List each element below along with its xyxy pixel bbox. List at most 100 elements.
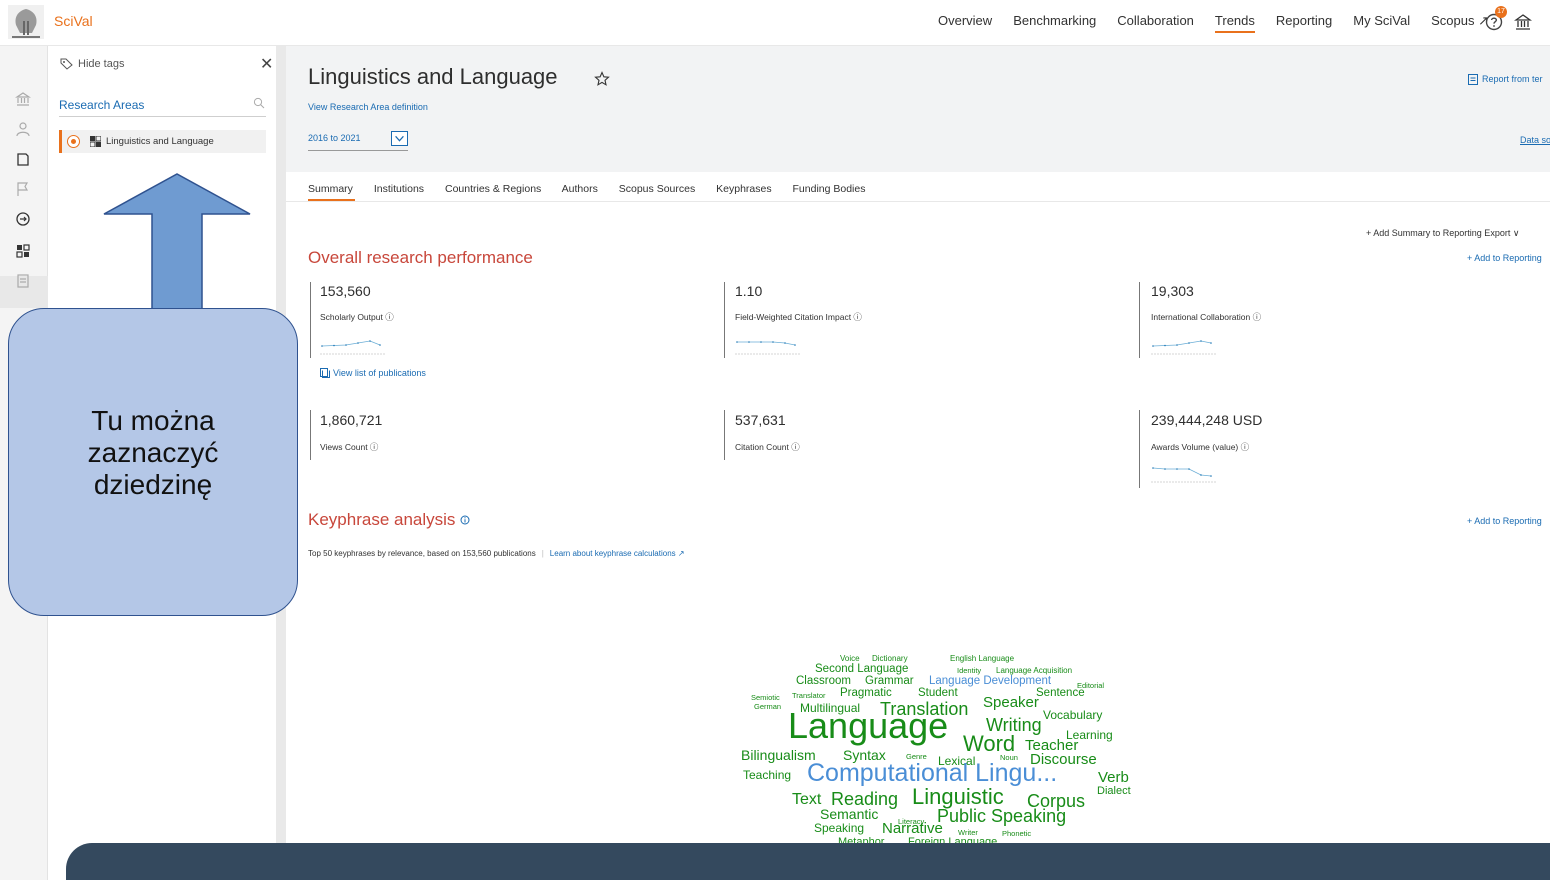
keyphrase-word[interactable]: Phonetic [1002,830,1031,838]
keyphrase-word[interactable]: Bilingualism [741,748,816,762]
annotation-callout-text: Tu można zaznaczyć dziedzinę [87,405,219,500]
keyphrase-word[interactable]: Semantic [820,807,878,821]
keyphrase-word[interactable]: Language Development [929,675,1051,688]
topic-rail-icon[interactable] [14,210,32,228]
keyphrase-word[interactable]: Speaker [983,695,1039,710]
keyphrase-title: Keyphrase analysis [308,510,456,529]
section-tabs: Summary Institutions Countries & Regions… [308,183,883,195]
country-flag-rail-icon[interactable] [14,180,32,198]
keyphrase-word[interactable]: Text [792,792,821,808]
add-summary-export[interactable]: + Add Summary to Reporting Export ∨ [1366,228,1519,239]
chevron-down-icon[interactable] [391,131,408,146]
citation-count-label[interactable]: Citation Count ⓘ [735,441,800,453]
publication-set-rail-icon[interactable] [14,150,32,168]
report-from-template-link[interactable]: Report from ter [1482,74,1543,84]
keyphrase-word[interactable]: Computational Lingu... [807,761,1057,786]
keyphrase-word[interactable]: Narrative [882,821,943,836]
nav-collaboration[interactable]: Collaboration [1117,13,1194,33]
data-source-link[interactable]: Data so [1520,135,1550,145]
performance-title: Overall research performance [308,248,533,267]
metric-divider [724,282,725,358]
bottom-banner [66,843,1550,880]
keyphrase-word[interactable]: Sentence [1036,687,1085,700]
keyphrase-word[interactable]: Language [788,708,948,744]
add-to-reporting-button[interactable]: + Add to Reporting [1467,253,1542,263]
researcher-rail-icon[interactable] [14,120,32,138]
international-collaboration-label[interactable]: International Collaboration ⓘ [1151,311,1261,323]
tab-funding-bodies[interactable]: Funding Bodies [793,183,866,195]
elsevier-logo-icon[interactable] [6,3,46,41]
star-icon[interactable] [594,71,610,87]
report-icon [1468,74,1478,85]
metric-divider [310,410,311,460]
scholarly-output-label[interactable]: Scholarly Output ⓘ [320,311,394,323]
keyphrase-word[interactable]: Translator [792,692,825,700]
metric-divider [310,282,311,358]
info-icon[interactable] [460,515,470,525]
views-count-value: 1,860,721 [320,412,383,428]
research-area-rail-icon[interactable] [14,242,32,260]
keyphrase-word[interactable]: Identity [957,667,981,675]
keyphrase-word[interactable]: Language Acquisition [996,667,1072,675]
tab-authors[interactable]: Authors [562,183,598,195]
institution-rail-icon[interactable] [14,90,32,108]
keyphrase-word[interactable]: Grammar [865,675,914,688]
views-count-label[interactable]: Views Count ⓘ [320,441,378,453]
tab-scopus-sources[interactable]: Scopus Sources [619,183,695,195]
institution-icon[interactable] [1514,13,1532,31]
keyphrase-word[interactable]: Speaking [814,822,864,834]
report-rail-icon[interactable] [14,272,32,290]
metric-divider [1139,282,1140,358]
keyphrase-word[interactable]: Public Speaking [937,807,1066,825]
tab-summary[interactable]: Summary [308,183,353,195]
keyphrase-word-cloud: Voice Dictionary English Language Second… [730,645,1150,846]
keyphrase-word[interactable]: Semiotic [751,694,780,702]
brand-name[interactable]: SciVal [54,13,93,29]
international-collaboration-value: 19,303 [1151,283,1194,299]
keyphrase-word[interactable]: German [754,703,781,711]
keyphrase-word[interactable]: Voice [840,655,860,663]
tab-countries-regions[interactable]: Countries & Regions [445,183,541,195]
definition-link[interactable]: View Research Area definition [308,102,428,112]
international-collaboration-sparkline [1151,340,1217,355]
tab-keyphrases[interactable]: Keyphrases [716,183,771,195]
fwci-label[interactable]: Field-Weighted Citation Impact ⓘ [735,311,862,323]
keyphrase-word[interactable]: English Language [950,655,1014,663]
awards-volume-sparkline [1151,467,1217,483]
keyphrase-word[interactable]: Teaching [743,769,791,781]
add-keyphrases-to-reporting[interactable]: + Add to Reporting [1467,516,1542,526]
view-publications-link[interactable]: View list of publications [333,368,426,378]
research-area-label[interactable]: Linguistics and Language [106,136,214,147]
research-area-radio[interactable] [67,135,80,148]
keyphrase-word[interactable]: Dictionary [872,655,908,663]
nav-scopus[interactable]: Scopus ↗ [1431,13,1489,33]
keyphrase-word[interactable]: Word [963,733,1015,755]
nav-trends[interactable]: Trends [1214,13,1255,33]
tabs-divider [286,201,1550,202]
tab-institutions[interactable]: Institutions [374,183,424,195]
keyphrase-word[interactable]: Vocabulary [1043,709,1102,721]
nav-my-scival[interactable]: My SciVal [1353,13,1410,33]
keyphrase-word[interactable]: Verb [1098,770,1129,785]
learn-keyphrase-link[interactable]: Learn about keyphrase calculations ↗ [550,549,685,558]
keyphrase-word[interactable]: Pragmatic [840,687,892,700]
scholarly-output-value: 153,560 [320,283,371,299]
hide-tags-button[interactable]: Hide tags [78,58,124,70]
nav-overview[interactable]: Overview [938,13,992,33]
keyphrase-word[interactable]: Classroom [796,675,851,688]
publications-list-icon[interactable] [320,368,330,378]
nav-reporting[interactable]: Reporting [1276,13,1332,33]
keyphrase-word[interactable]: Student [918,687,958,700]
year-range-select[interactable]: 2016 to 2021 [308,133,361,143]
nav-benchmarking[interactable]: Benchmarking [1013,13,1096,33]
page-title: Linguistics and Language [308,64,558,89]
tag-icon [60,58,73,70]
keyphrase-word[interactable]: Dialect [1097,786,1131,797]
keyphrase-word[interactable]: Second Language [815,663,908,676]
metric-divider [1139,410,1140,488]
keyphrase-subtitle: Top 50 keyphrases by relevance, based on… [308,549,685,558]
close-panel-button[interactable]: ✕ [260,54,273,74]
keyphrase-word[interactable]: Linguistic [912,786,1004,808]
search-icon[interactable] [253,97,265,109]
awards-volume-label[interactable]: Awards Volume (value) ⓘ [1151,441,1249,453]
